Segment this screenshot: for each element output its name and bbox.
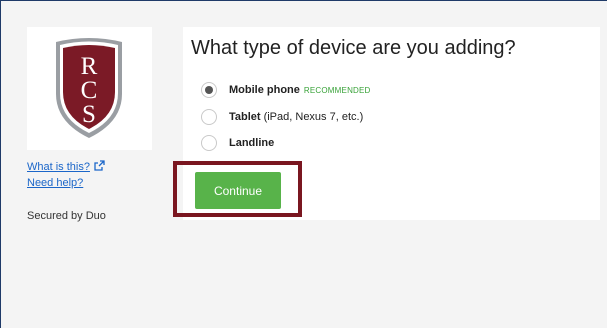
radio-unchecked-icon[interactable] <box>201 109 217 125</box>
secured-by-duo: Secured by Duo <box>27 210 106 222</box>
option-mobile-phone[interactable]: Mobile phone RECOMMENDED <box>201 81 371 99</box>
duo-frame: R C S What is this? Need help? Secured b… <box>0 0 607 328</box>
continue-button[interactable]: Continue <box>195 172 281 209</box>
sidebar-links: What is this? Need help? <box>27 159 105 191</box>
what-is-this-link[interactable]: What is this? <box>27 159 105 175</box>
option-detail: (iPad, Nexus 7, etc.) <box>263 111 364 123</box>
option-name: Landline <box>229 137 275 149</box>
recommended-badge: RECOMMENDED <box>303 85 371 95</box>
logo-box: R C S <box>27 27 152 150</box>
rcs-shield-logo-icon: R C S <box>56 38 122 138</box>
external-link-icon <box>94 160 105 171</box>
what-is-this-label: What is this? <box>27 161 90 173</box>
option-landline[interactable]: Landline <box>201 134 274 152</box>
radio-checked-icon[interactable] <box>201 82 217 98</box>
page-title: What type of device are you adding? <box>191 37 516 59</box>
svg-text:S: S <box>82 101 96 128</box>
option-tablet[interactable]: Tablet (iPad, Nexus 7, etc.) <box>201 108 363 126</box>
option-name: Tablet <box>229 111 261 123</box>
svg-text:C: C <box>81 77 98 104</box>
radio-unchecked-icon[interactable] <box>201 135 217 151</box>
svg-text:R: R <box>81 53 98 80</box>
option-name: Mobile phone <box>229 84 300 96</box>
need-help-link[interactable]: Need help? <box>27 175 83 191</box>
